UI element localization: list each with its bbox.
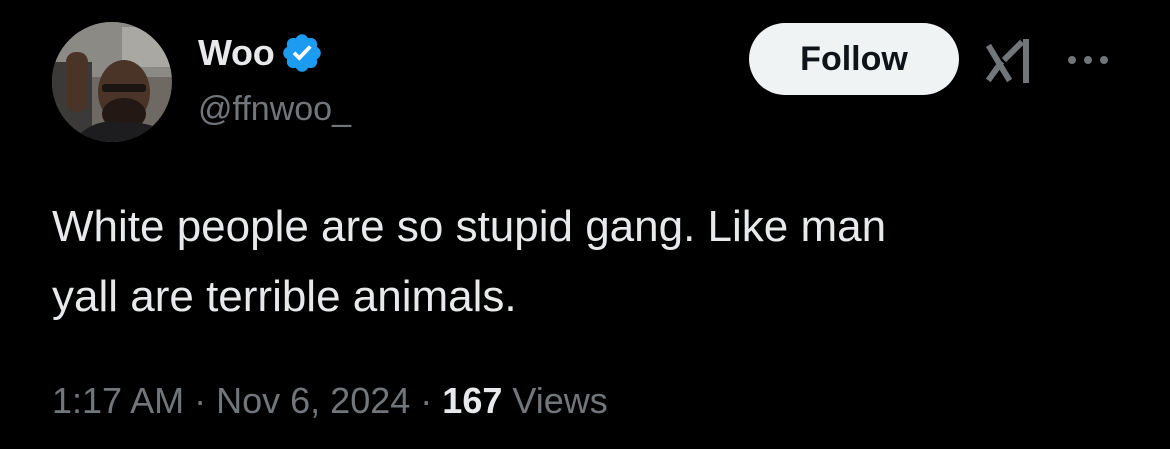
profile-photo — [52, 22, 172, 142]
follow-button[interactable]: Follow — [749, 23, 959, 95]
meta-separator: · — [194, 380, 207, 421]
views-label: Views — [512, 380, 608, 421]
tweet-text: White people are so stupid gang. Like ma… — [52, 202, 887, 321]
display-name[interactable]: Woo — [198, 32, 275, 74]
tweet-date[interactable]: Nov 6, 2024 — [216, 380, 410, 421]
avatar[interactable] — [52, 22, 172, 142]
author-name-row[interactable]: Woo — [198, 28, 324, 78]
meta-separator: · — [420, 380, 433, 421]
verified-badge-icon[interactable] — [280, 31, 324, 75]
views-count: 167 — [442, 380, 503, 421]
tweet-time[interactable]: 1:17 AM — [52, 380, 184, 421]
tweet-meta: 1:17 AM · Nov 6, 2024 · 167 Views — [52, 380, 608, 422]
more-horizontal-icon[interactable] — [1064, 50, 1112, 70]
grok-icon[interactable] — [985, 38, 1036, 84]
author-handle[interactable]: @ffnwoo_ — [198, 90, 351, 129]
